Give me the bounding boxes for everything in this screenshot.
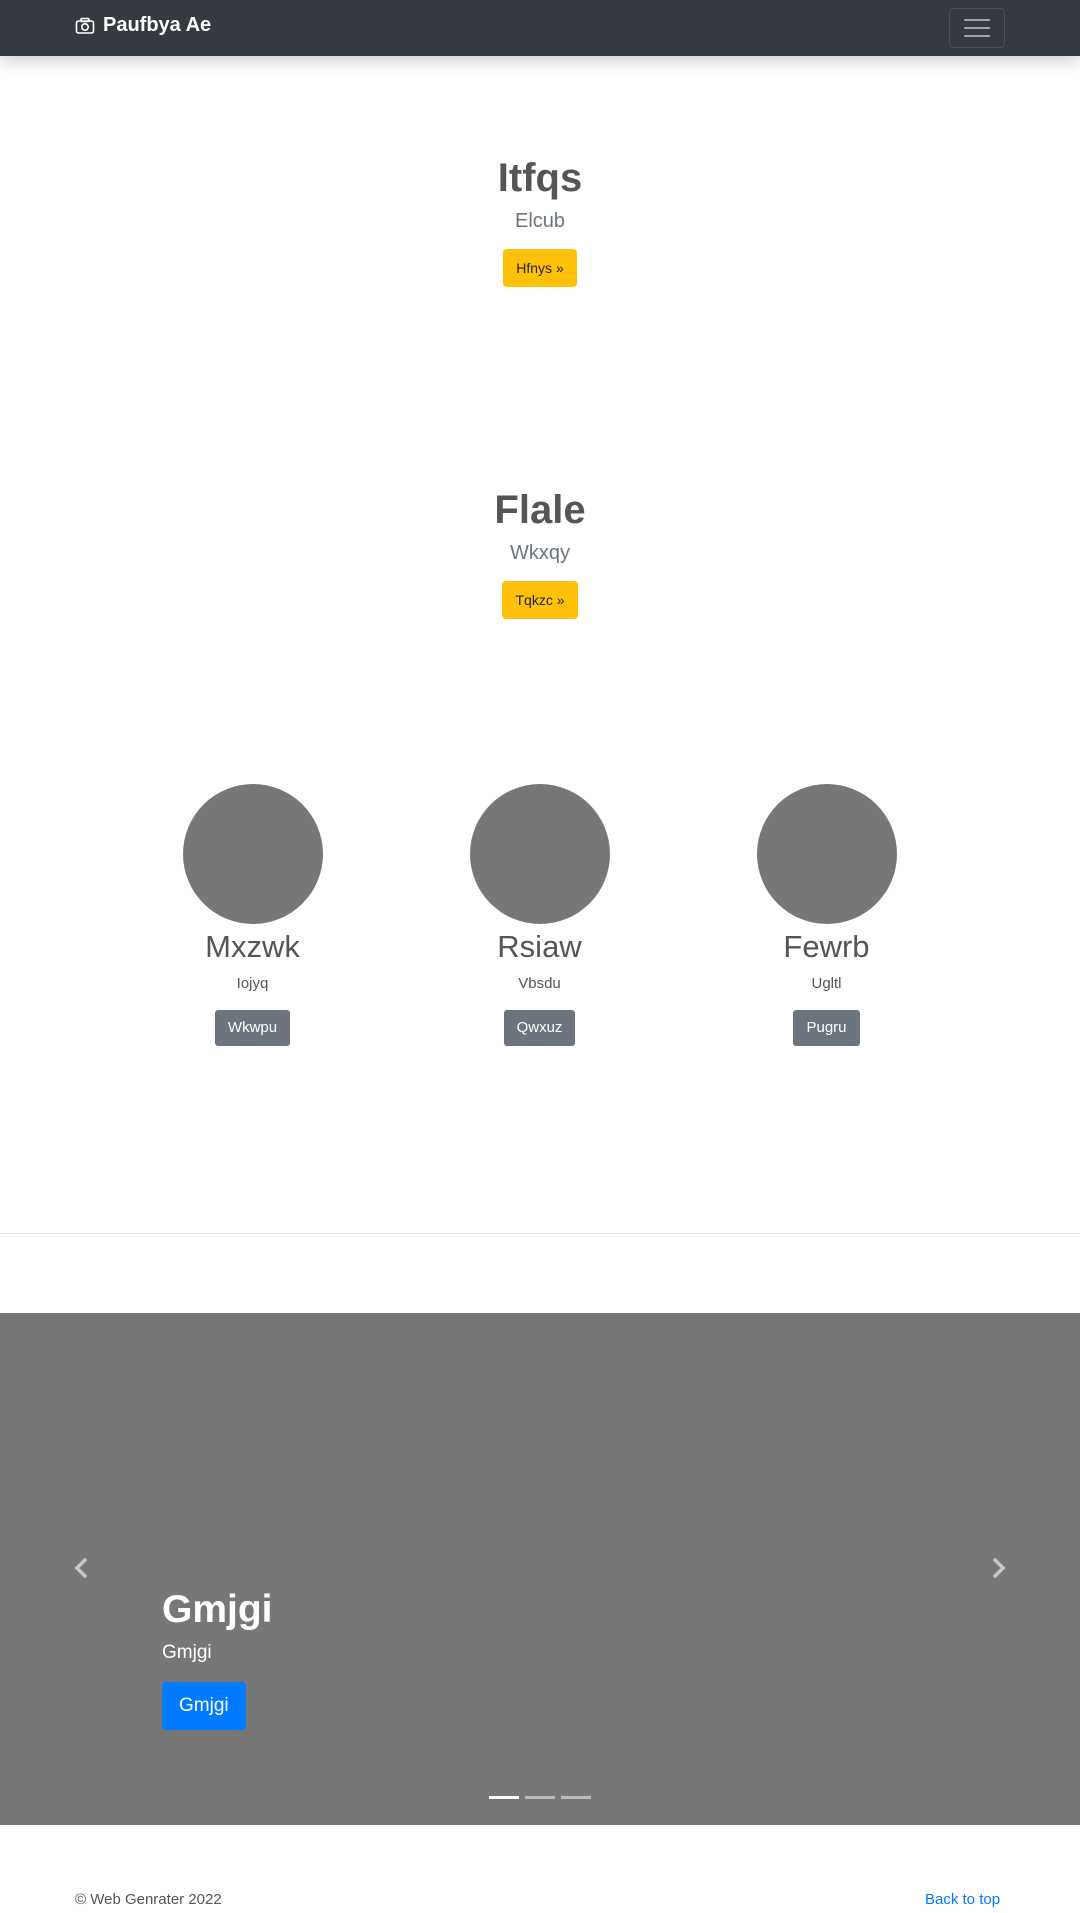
hero-section-1: Itfqs Elcub Hfnys » bbox=[0, 154, 1080, 287]
navbar: Paufbya Ae bbox=[0, 0, 1080, 56]
column-button[interactable]: Wkwpu bbox=[214, 1010, 291, 1047]
carousel-indicator[interactable] bbox=[489, 1796, 519, 1799]
hamburger-menu-icon bbox=[964, 19, 990, 21]
hamburger-line bbox=[964, 35, 990, 37]
placeholder-image bbox=[469, 784, 610, 924]
carousel-button[interactable]: Gmjgi bbox=[162, 1681, 246, 1730]
column-button[interactable]: Pugru bbox=[793, 1010, 860, 1047]
placeholder-image bbox=[182, 784, 323, 924]
column-text: Ugltl bbox=[811, 975, 842, 993]
carousel-indicators bbox=[489, 1796, 591, 1799]
hero-title: Flale bbox=[494, 488, 586, 532]
chevron-left-icon bbox=[74, 1557, 88, 1579]
hero-button[interactable]: Tqkzc » bbox=[502, 581, 578, 619]
carousel-indicator[interactable] bbox=[561, 1796, 591, 1799]
footer-copyright: © Web Genrater 2022 bbox=[75, 1891, 222, 1908]
hamburger-line bbox=[964, 27, 990, 29]
chevron-right-icon bbox=[992, 1557, 1006, 1579]
column-text: Iojyq bbox=[236, 975, 269, 993]
carousel-text: Gmjgi bbox=[162, 1641, 212, 1663]
navbar-toggler-button[interactable] bbox=[949, 8, 1005, 48]
feature-column: Fewrb Ugltl Pugru bbox=[683, 784, 970, 1047]
feature-column: Mxzwk Iojyq Wkwpu bbox=[109, 784, 396, 1047]
hero-subtitle: Wkxqy bbox=[510, 542, 570, 564]
brand-link[interactable]: Paufbya Ae bbox=[75, 14, 211, 37]
carousel-title: Gmjgi bbox=[162, 1588, 273, 1631]
hero-section-2: Flale Wkxqy Tqkzc » bbox=[0, 486, 1080, 619]
carousel-caption: Gmjgi Gmjgi Gmjgi bbox=[162, 1587, 273, 1730]
section-divider bbox=[0, 1233, 1080, 1234]
carousel-next-button[interactable] bbox=[988, 1555, 1008, 1581]
hero-title: Itfqs bbox=[497, 156, 583, 200]
column-title: Fewrb bbox=[783, 929, 870, 964]
column-title: Rsiaw bbox=[497, 929, 582, 964]
feature-column: Rsiaw Vbsdu Qwxuz bbox=[396, 784, 683, 1047]
carousel: Gmjgi Gmjgi Gmjgi bbox=[0, 1313, 1080, 1825]
camera-icon bbox=[75, 17, 95, 34]
hero-button[interactable]: Hfnys » bbox=[503, 249, 577, 287]
placeholder-image bbox=[756, 784, 897, 924]
carousel-prev-button[interactable] bbox=[72, 1555, 92, 1581]
column-button[interactable]: Qwxuz bbox=[503, 1010, 576, 1047]
carousel-indicator[interactable] bbox=[525, 1796, 555, 1799]
hero-subtitle: Elcub bbox=[514, 210, 566, 232]
brand-name[interactable]: Paufbya Ae bbox=[103, 14, 211, 37]
back-to-top-link[interactable]: Back to top bbox=[925, 1891, 1000, 1908]
column-title: Mxzwk bbox=[205, 929, 300, 964]
column-text: Vbsdu bbox=[518, 975, 561, 993]
